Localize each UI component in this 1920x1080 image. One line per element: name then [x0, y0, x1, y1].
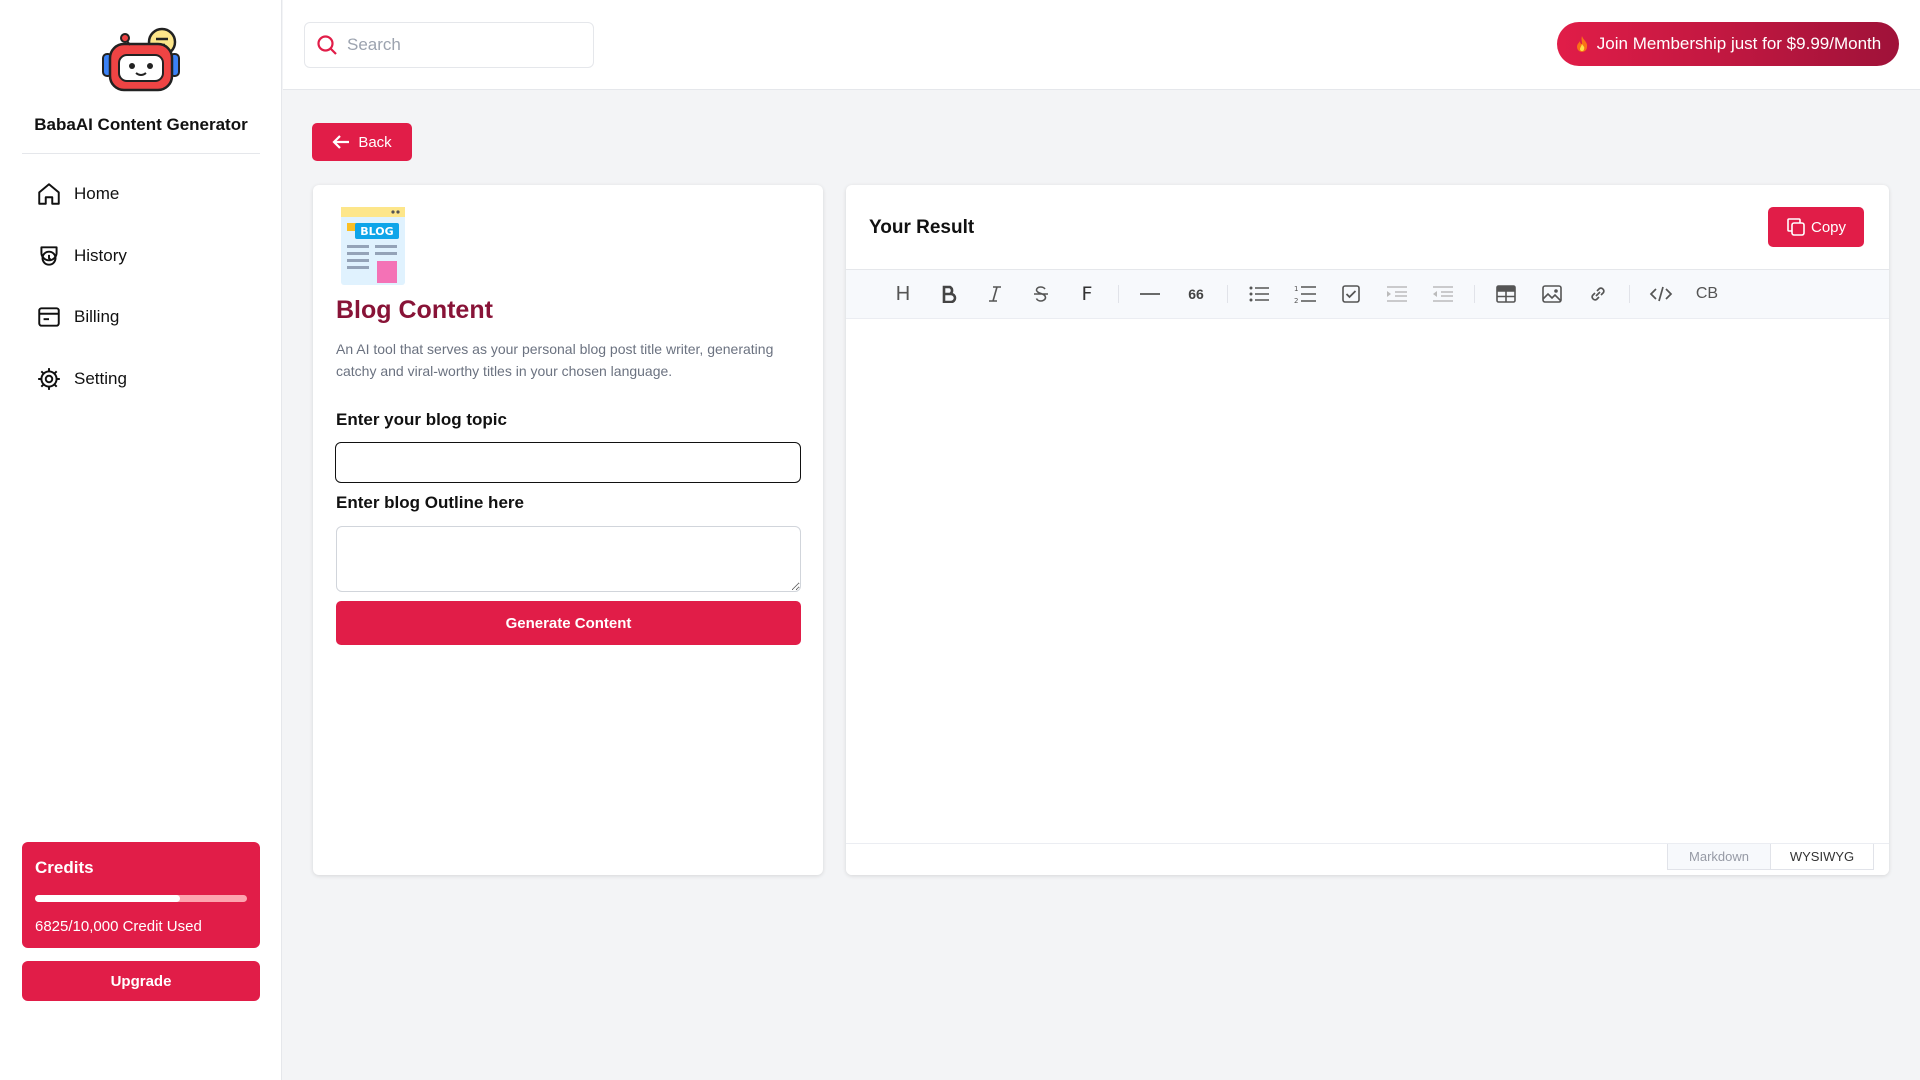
bold-button[interactable]: [926, 277, 972, 311]
sidebar-item-setting[interactable]: Setting: [22, 355, 260, 403]
credits-progress-fill: [35, 895, 180, 902]
ordered-list-button[interactable]: 1 2: [1282, 277, 1328, 311]
toolbar-divider: [1629, 285, 1630, 303]
editor-content-area[interactable]: [846, 319, 1889, 843]
toolbar-divider: [1118, 285, 1119, 303]
tool-title: Blog Content: [336, 296, 493, 324]
gear-icon: [38, 368, 60, 390]
back-button[interactable]: Back: [312, 123, 412, 161]
checkbox-icon: [1342, 285, 1360, 303]
wysiwyg-mode-tab[interactable]: WYSIWYG: [1770, 844, 1874, 870]
blog-icon-text: BLOG: [360, 225, 393, 238]
search-input[interactable]: [347, 35, 577, 55]
outdent-icon: [1433, 286, 1453, 302]
blog-document-icon: BLOG: [341, 207, 405, 285]
bullet-list-icon: [1249, 286, 1269, 302]
code-block-button[interactable]: CB: [1684, 277, 1730, 311]
copy-button[interactable]: Copy: [1768, 207, 1864, 247]
credits-title: Credits: [35, 858, 94, 877]
strikethrough-icon: [1034, 286, 1048, 302]
italic-icon: [989, 286, 1001, 302]
ordered-list-icon: 1 2: [1294, 285, 1316, 304]
membership-button[interactable]: Join Membership just for $9.99/Month: [1557, 22, 1899, 66]
indent-icon: [1387, 286, 1407, 302]
blog-topic-label: Enter your blog topic: [336, 410, 507, 429]
toolbar-divider: [1474, 285, 1475, 303]
font-button[interactable]: F: [1064, 277, 1110, 311]
arrow-left-icon: [332, 135, 350, 149]
strikethrough-button[interactable]: [1018, 277, 1064, 311]
svg-text:1: 1: [1294, 285, 1298, 293]
back-label: Back: [358, 133, 392, 151]
horizontal-rule-button[interactable]: [1127, 277, 1173, 311]
credits-used-text: 6825/10,000 Credit Used: [35, 918, 202, 935]
toolbar-divider: [1227, 285, 1228, 303]
sidebar-item-label: History: [74, 246, 127, 265]
svg-text:2: 2: [1294, 297, 1298, 304]
copy-icon: [1787, 218, 1805, 236]
top-header: Join Membership just for $9.99/Month: [283, 0, 1920, 90]
table-icon: [1496, 285, 1516, 303]
code-icon: [1649, 286, 1673, 302]
quote-button[interactable]: 66: [1173, 277, 1219, 311]
bold-icon: [942, 285, 957, 303]
sidebar-item-home[interactable]: Home: [22, 170, 260, 218]
sidebar-item-label: Setting: [74, 369, 127, 388]
outdent-button[interactable]: [1420, 277, 1466, 311]
generate-content-button[interactable]: Generate Content: [336, 601, 801, 645]
editor-footer: Markdown WYSIWYG: [846, 843, 1889, 875]
editor-toolbar: H F 66 1 2 CB: [846, 269, 1889, 319]
flame-icon: [1576, 36, 1587, 52]
app-logo: [0, 22, 282, 99]
image-button[interactable]: [1529, 277, 1575, 311]
search-icon: [317, 35, 337, 55]
heading-button[interactable]: H: [880, 277, 926, 311]
link-icon: [1591, 287, 1605, 301]
image-icon: [1542, 285, 1562, 303]
upgrade-button[interactable]: Upgrade: [22, 961, 260, 1001]
blog-tool-icon: BLOG: [341, 207, 405, 290]
robot-logo-icon: [102, 27, 180, 92]
sidebar-item-label: Billing: [74, 307, 120, 326]
history-icon: [40, 246, 58, 266]
horizontal-rule-icon: [1140, 293, 1160, 295]
table-button[interactable]: [1483, 277, 1529, 311]
blog-outline-textarea[interactable]: [336, 526, 801, 592]
blog-topic-input[interactable]: [335, 442, 801, 483]
indent-button[interactable]: [1374, 277, 1420, 311]
result-title: Your Result: [869, 217, 975, 238]
membership-label: Join Membership just for $9.99/Month: [1596, 34, 1882, 53]
billing-icon: [38, 307, 60, 327]
tool-description: An AI tool that serves as your personal …: [336, 341, 774, 379]
task-list-button[interactable]: [1328, 277, 1374, 311]
credits-progress-bar: [35, 895, 247, 902]
sidebar-item-label: Home: [74, 184, 120, 203]
tool-form-panel: BLOG Blog Content An AI tool that serves…: [313, 185, 823, 875]
credits-card: Credits 6825/10,000 Credit Used: [22, 842, 260, 948]
sidebar: BabaAI Content Generator Home History Bi…: [0, 0, 282, 1080]
sidebar-item-history[interactable]: History: [22, 232, 260, 280]
result-panel: Your Result Copy H F 66 1 2 CB Markdown …: [846, 185, 1889, 875]
search-box[interactable]: [304, 22, 594, 68]
sidebar-item-billing[interactable]: Billing: [22, 293, 260, 341]
link-button[interactable]: [1575, 277, 1621, 311]
blog-outline-label: Enter blog Outline here: [336, 493, 524, 512]
sidebar-divider: [22, 153, 260, 154]
home-icon: [38, 183, 60, 205]
italic-button[interactable]: [972, 277, 1018, 311]
app-name: BabaAI Content Generator: [34, 115, 248, 134]
code-button[interactable]: [1638, 277, 1684, 311]
markdown-mode-tab[interactable]: Markdown: [1667, 844, 1771, 870]
bullet-list-button[interactable]: [1236, 277, 1282, 311]
copy-label: Copy: [1810, 218, 1847, 236]
